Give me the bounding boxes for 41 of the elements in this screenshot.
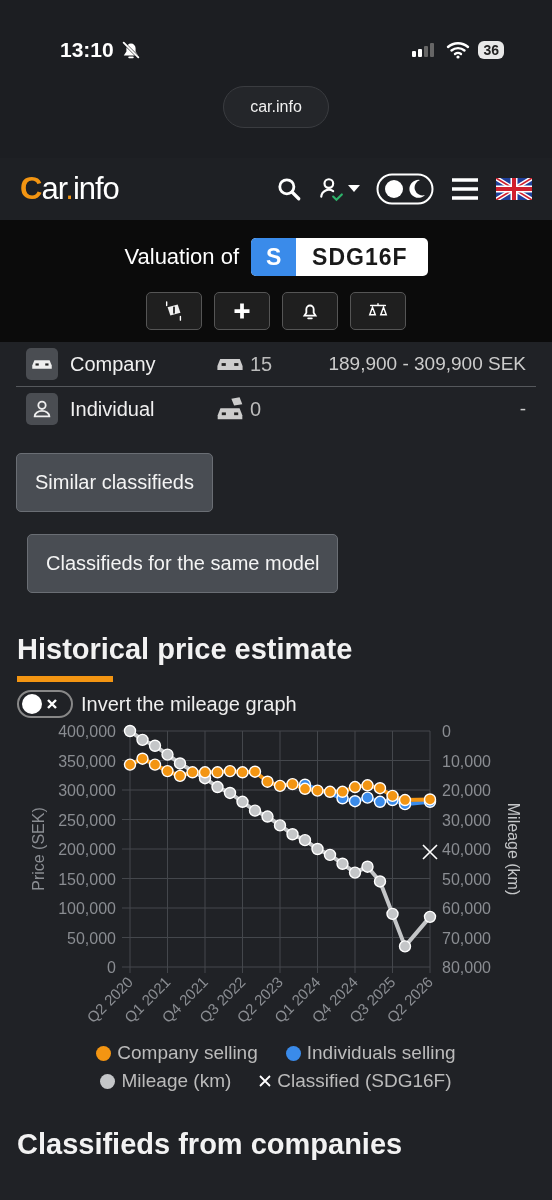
valuation-label: Valuation of: [124, 244, 240, 270]
license-plate: S SDG16F: [251, 238, 428, 276]
axis-tick-label: 300,000: [58, 782, 116, 799]
axis-tick-label: 80,000: [442, 959, 491, 976]
axis-tick-label: 350,000: [58, 752, 116, 770]
price-range: -: [518, 398, 526, 420]
axis-tick-label: 10,000: [442, 752, 491, 770]
legend-item[interactable]: Company selling: [96, 1042, 258, 1064]
axis-tick-label: 0: [442, 724, 451, 740]
legend-item[interactable]: Individuals selling: [285, 1042, 456, 1064]
seller-type: Individual: [70, 397, 156, 421]
legend-item[interactable]: Mileage (km): [100, 1070, 232, 1092]
axis-tick-label: 20,000: [442, 782, 491, 799]
price-range: 189,900 - 309,900 SEK: [327, 353, 526, 375]
section-title: Classifieds from companies: [16, 1128, 404, 1161]
section-title: Historical price estimate: [16, 633, 354, 666]
axis-tick-label: 150,000: [58, 870, 116, 888]
axis-tick-label: 50,000: [442, 870, 491, 888]
axis-tick-label: 400,000: [58, 724, 116, 740]
axis-tick-label: 30,000: [442, 811, 491, 829]
axis-tick-label: 60,000: [442, 900, 491, 917]
axis-title: Price (SEK): [30, 807, 47, 891]
classifieds-button[interactable]: Classifieds for the same model: [27, 534, 339, 593]
url-bar[interactable]: car.info: [223, 86, 329, 128]
classifieds-button[interactable]: Similar classifieds: [16, 453, 213, 512]
toggle-label: Invert the mileage graph: [81, 692, 297, 716]
battery-indicator: 36: [478, 41, 504, 59]
site-logo[interactable]: Car.info: [20, 171, 119, 207]
axis-title: Mileage (km): [505, 802, 522, 896]
axis-tick-label: 250,000: [58, 811, 116, 829]
axis-tick-label: 50,000: [67, 929, 116, 947]
axis-tick-label: 0: [107, 959, 116, 976]
axis-tick-label: 200,000: [58, 841, 116, 858]
status-time: 13:10: [60, 38, 114, 62]
seller-type: Company: [70, 352, 157, 376]
axis-tick-label: 100,000: [58, 900, 116, 917]
axis-tick-label: 40,000: [442, 841, 491, 858]
legend-item[interactable]: Classified (SDG16F): [259, 1070, 452, 1092]
axis-tick-label: 70,000: [442, 929, 491, 947]
classified-count: 0: [250, 397, 263, 421]
classified-count: 15: [250, 352, 274, 376]
